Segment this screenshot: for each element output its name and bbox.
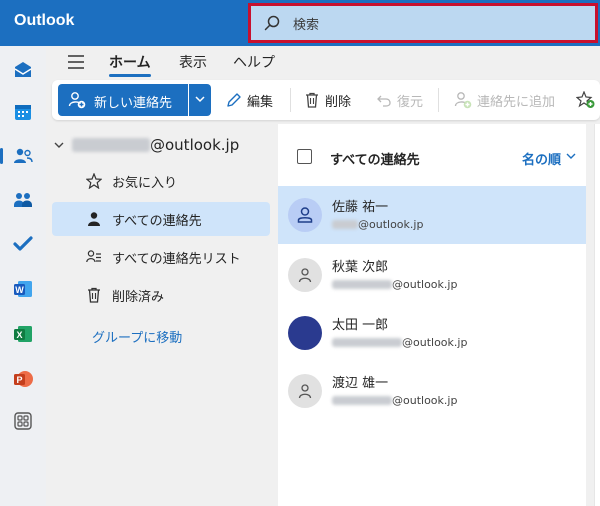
folder-label: すべての連絡先 bbox=[112, 213, 202, 229]
tab-home[interactable]: ホーム bbox=[109, 52, 151, 72]
person-icon bbox=[88, 212, 100, 226]
contact-email: @outlook.jp bbox=[332, 336, 467, 349]
todo-icon[interactable] bbox=[7, 228, 39, 260]
delete-button[interactable]: 削除 bbox=[304, 90, 351, 110]
folder-deleted[interactable]: 削除済み bbox=[52, 278, 270, 312]
select-all-checkbox[interactable] bbox=[297, 149, 312, 164]
avatar bbox=[288, 258, 322, 292]
email-domain: @outlook.jp bbox=[392, 278, 458, 291]
contact-row[interactable]: 太田 一郎 @outlook.jp bbox=[278, 304, 586, 362]
contact-row[interactable]: 秋葉 次郎 @outlook.jp bbox=[278, 246, 586, 304]
avatar bbox=[288, 198, 322, 232]
edit-label: 編集 bbox=[247, 94, 274, 110]
contact-name: 佐藤 祐一 bbox=[332, 200, 389, 215]
new-contact-button[interactable]: 新しい連絡先 bbox=[58, 84, 188, 116]
restore-label: 復元 bbox=[397, 94, 424, 110]
app-title[interactable]: Outlook bbox=[14, 12, 74, 30]
contact-name: 渡辺 雄一 bbox=[332, 376, 389, 391]
contact-name: 太田 一郎 bbox=[332, 318, 389, 333]
email-user-redacted bbox=[332, 396, 392, 405]
star-add-icon bbox=[576, 91, 595, 108]
account-name-redacted bbox=[72, 138, 150, 152]
search-icon bbox=[264, 15, 280, 31]
folder-all-contacts[interactable]: すべての連絡先 bbox=[52, 202, 270, 236]
contact-email: @outlook.jp bbox=[332, 278, 457, 291]
contact-list: すべての連絡先 名の順 佐藤 祐一 @outlook.jp 秋葉 次郎 @out… bbox=[278, 124, 586, 506]
mail-icon[interactable] bbox=[7, 54, 39, 86]
powerpoint-icon[interactable]: P bbox=[7, 363, 39, 395]
email-domain: @outlook.jp bbox=[402, 336, 468, 349]
excel-icon[interactable]: X bbox=[7, 318, 39, 350]
contact-name: 秋葉 次郎 bbox=[332, 260, 389, 275]
avatar bbox=[288, 316, 322, 350]
go-to-groups-link[interactable]: グループに移動 bbox=[92, 327, 182, 346]
edit-button[interactable]: 編集 bbox=[226, 90, 273, 110]
add-to-contacts-button[interactable]: 連絡先に追加 bbox=[454, 90, 555, 110]
add-person-icon bbox=[454, 92, 472, 109]
contact-row[interactable]: 渡辺 雄一 @outlook.jp bbox=[278, 362, 586, 420]
search-placeholder: 検索 bbox=[293, 18, 320, 33]
add-favorite-button[interactable] bbox=[576, 90, 596, 110]
email-user-redacted bbox=[332, 338, 402, 347]
trash-icon bbox=[88, 287, 100, 303]
sort-dropdown[interactable]: 名の順 bbox=[522, 149, 561, 168]
folder-all-contact-lists[interactable]: すべての連絡先リスト bbox=[52, 240, 270, 274]
restore-button[interactable]: 復元 bbox=[376, 90, 423, 110]
pane-divider bbox=[594, 124, 600, 506]
chevron-down-icon[interactable] bbox=[566, 153, 576, 160]
trash-icon bbox=[306, 92, 318, 108]
person-icon bbox=[298, 384, 312, 399]
contact-email: @outlook.jp bbox=[332, 394, 457, 407]
contact-email: @outlook.jp bbox=[332, 218, 423, 231]
excel-letter: X bbox=[16, 330, 22, 340]
new-contact-dropdown[interactable] bbox=[189, 84, 211, 116]
email-domain: @outlook.jp bbox=[358, 218, 424, 231]
new-contact-label: 新しい連絡先 bbox=[94, 96, 173, 111]
word-letter: W bbox=[15, 285, 24, 295]
chevron-down-icon bbox=[54, 142, 64, 148]
ribbon-tabs: ホーム 表示 ヘルプ bbox=[52, 46, 600, 78]
teams-icon[interactable] bbox=[7, 184, 39, 216]
tab-view[interactable]: 表示 bbox=[179, 52, 207, 72]
people-icon[interactable] bbox=[0, 140, 39, 172]
account-header[interactable]: @outlook.jp bbox=[54, 136, 239, 154]
account-domain: @outlook.jp bbox=[150, 136, 240, 154]
folder-label: すべての連絡先リスト bbox=[112, 251, 241, 267]
contact-list-icon bbox=[86, 250, 101, 263]
list-header: すべての連絡先 名の順 bbox=[278, 124, 586, 186]
reading-pane-edge bbox=[586, 124, 600, 506]
undo-icon bbox=[377, 95, 391, 107]
command-bar: 新しい連絡先 編集 削除 復元 連絡先に追加 bbox=[52, 80, 600, 120]
tab-home-underline bbox=[109, 74, 151, 77]
search-box[interactable]: 検索 bbox=[248, 3, 598, 43]
hamburger-menu-icon[interactable] bbox=[68, 55, 84, 69]
word-icon[interactable]: W bbox=[7, 273, 39, 305]
star-icon bbox=[86, 173, 102, 189]
list-title: すべての連絡先 bbox=[330, 153, 420, 168]
apps-icon[interactable] bbox=[7, 405, 39, 437]
folder-label: 削除済み bbox=[112, 289, 165, 305]
tab-help[interactable]: ヘルプ bbox=[233, 52, 275, 72]
email-domain: @outlook.jp bbox=[392, 394, 458, 407]
pencil-icon bbox=[227, 93, 241, 107]
powerpoint-letter: P bbox=[16, 375, 22, 385]
contact-row[interactable]: 佐藤 祐一 @outlook.jp bbox=[278, 186, 586, 244]
avatar bbox=[288, 374, 322, 408]
add-to-contacts-label: 連絡先に追加 bbox=[477, 94, 556, 110]
email-user-redacted bbox=[332, 220, 358, 229]
toolbar-divider bbox=[290, 88, 291, 112]
folder-favorites[interactable]: お気に入り bbox=[52, 164, 270, 198]
toolbar-divider bbox=[438, 88, 439, 112]
calendar-icon[interactable] bbox=[7, 96, 39, 128]
person-icon bbox=[298, 268, 312, 283]
app-rail: W X P bbox=[0, 46, 46, 506]
email-user-redacted bbox=[332, 280, 392, 289]
top-bar: Outlook 検索 bbox=[0, 0, 600, 46]
folder-pane: @outlook.jp お気に入り すべての連絡先 すべての連絡先リスト 削除済… bbox=[46, 124, 276, 506]
chevron-down-icon bbox=[195, 96, 205, 103]
delete-label: 削除 bbox=[325, 94, 352, 110]
person-outline-icon bbox=[297, 207, 313, 223]
add-person-icon bbox=[68, 92, 86, 109]
folder-label: お気に入り bbox=[112, 175, 178, 191]
